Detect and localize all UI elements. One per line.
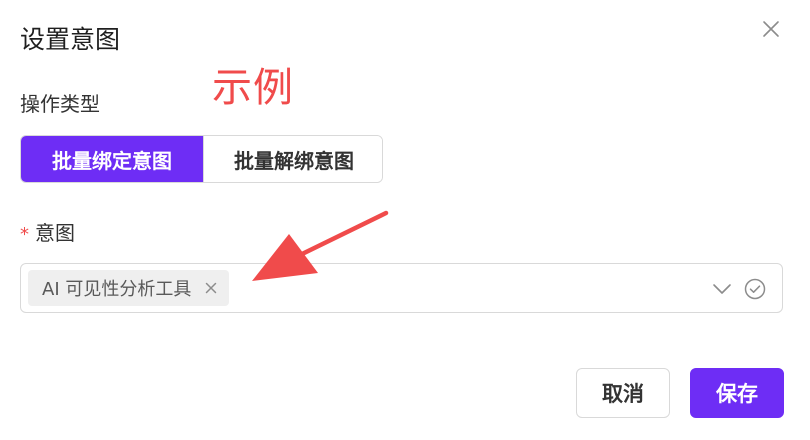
- cancel-button[interactable]: 取消: [576, 368, 670, 418]
- operation-type-label: 操作类型: [20, 92, 100, 116]
- intent-select[interactable]: AI 可见性分析工具: [20, 263, 783, 313]
- check-circle-icon: [742, 276, 768, 302]
- intent-field-label: * 意图: [20, 218, 75, 250]
- selected-intent-tag-label: AI 可见性分析工具: [42, 279, 192, 300]
- set-intent-dialog: 设置意图 示例 操作类型 批量绑定意图 批量解绑意图 * 意图 AI 可见性分析工…: [0, 0, 810, 440]
- dialog-title: 设置意图: [20, 25, 121, 54]
- example-annotation-label: 示例: [212, 65, 294, 111]
- required-mark: *: [20, 224, 29, 245]
- tag-remove-icon[interactable]: [205, 282, 217, 294]
- save-button[interactable]: 保存: [690, 368, 784, 418]
- batch-bind-intent-option[interactable]: 批量绑定意图: [21, 136, 203, 182]
- batch-unbind-intent-option[interactable]: 批量解绑意图: [203, 136, 382, 182]
- selected-intent-tag: AI 可见性分析工具: [28, 270, 230, 306]
- annotation-arrow-icon: [252, 210, 389, 281]
- intent-label-text: 意图: [35, 221, 75, 245]
- close-icon[interactable]: [758, 16, 784, 42]
- chevron-down-icon[interactable]: [710, 277, 734, 301]
- operation-type-segmented-control: 批量绑定意图 批量解绑意图: [20, 135, 383, 183]
